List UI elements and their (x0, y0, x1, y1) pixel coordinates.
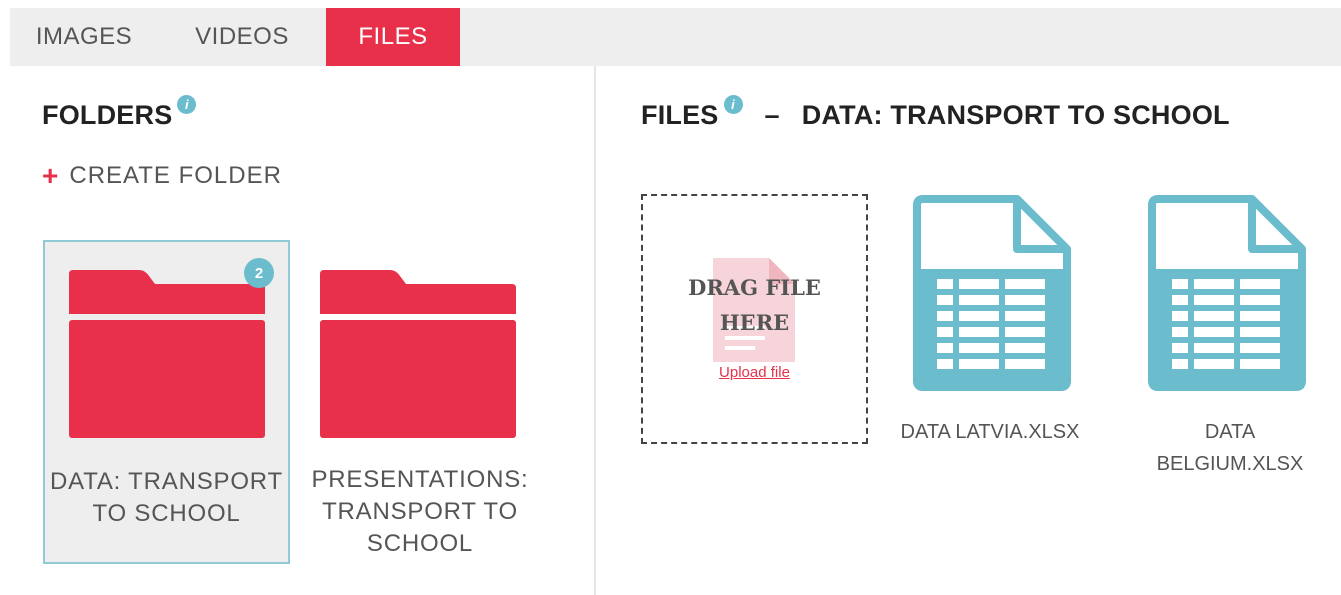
plus-icon: + (42, 160, 60, 191)
folder-presentations-transport[interactable]: PRESENTATIONS: TRANSPORT TO SCHOOL (300, 240, 540, 570)
panel-divider (594, 66, 596, 595)
folders-heading: FOLDERS i (42, 95, 197, 131)
folder-name: PRESENTATIONS: TRANSPORT TO SCHOOL (311, 466, 529, 557)
media-tab-bar: IMAGES VIDEOS FILES (10, 8, 1341, 66)
files-title: FILES (641, 100, 719, 130)
spreadsheet-icon (913, 195, 1071, 391)
folders-title: FOLDERS (42, 100, 173, 130)
upload-file-link[interactable]: Upload file (643, 364, 866, 381)
folder-data-transport[interactable]: 2 DATA: TRANSPORT TO SCHOOL (43, 240, 290, 564)
tab-videos[interactable]: VIDEOS (158, 8, 326, 66)
info-icon[interactable]: i (723, 95, 743, 114)
files-heading: FILES i – DATA: TRANSPORT TO SCHOOL (641, 95, 1230, 131)
drag-file-text: DRAG FILE HERE (688, 275, 821, 335)
title-separator: – (764, 100, 780, 130)
folder-icon (320, 270, 516, 438)
info-icon[interactable]: i (177, 95, 197, 114)
file-count-badge: 2 (244, 258, 274, 288)
tab-files[interactable]: FILES (326, 8, 460, 66)
file-dropzone[interactable]: DRAG FILE HERE Upload file (641, 194, 868, 444)
create-folder-button[interactable]: + CREATE FOLDER (42, 160, 282, 192)
file-data-belgium[interactable]: DATA BELGIUM.XLSX (1125, 190, 1335, 490)
file-name: DATA BELGIUM.XLSX (1156, 421, 1304, 475)
folder-name: DATA: TRANSPORT TO SCHOOL (50, 468, 283, 527)
folder-icon (69, 270, 265, 438)
file-data-latvia[interactable]: DATA LATVIA.XLSX (880, 190, 1100, 470)
current-folder-title: DATA: TRANSPORT TO SCHOOL (801, 100, 1230, 130)
tab-images[interactable]: IMAGES (10, 8, 158, 66)
spreadsheet-icon (1148, 195, 1306, 391)
file-name: DATA LATVIA.XLSX (900, 421, 1080, 443)
create-folder-label: CREATE FOLDER (69, 162, 282, 189)
